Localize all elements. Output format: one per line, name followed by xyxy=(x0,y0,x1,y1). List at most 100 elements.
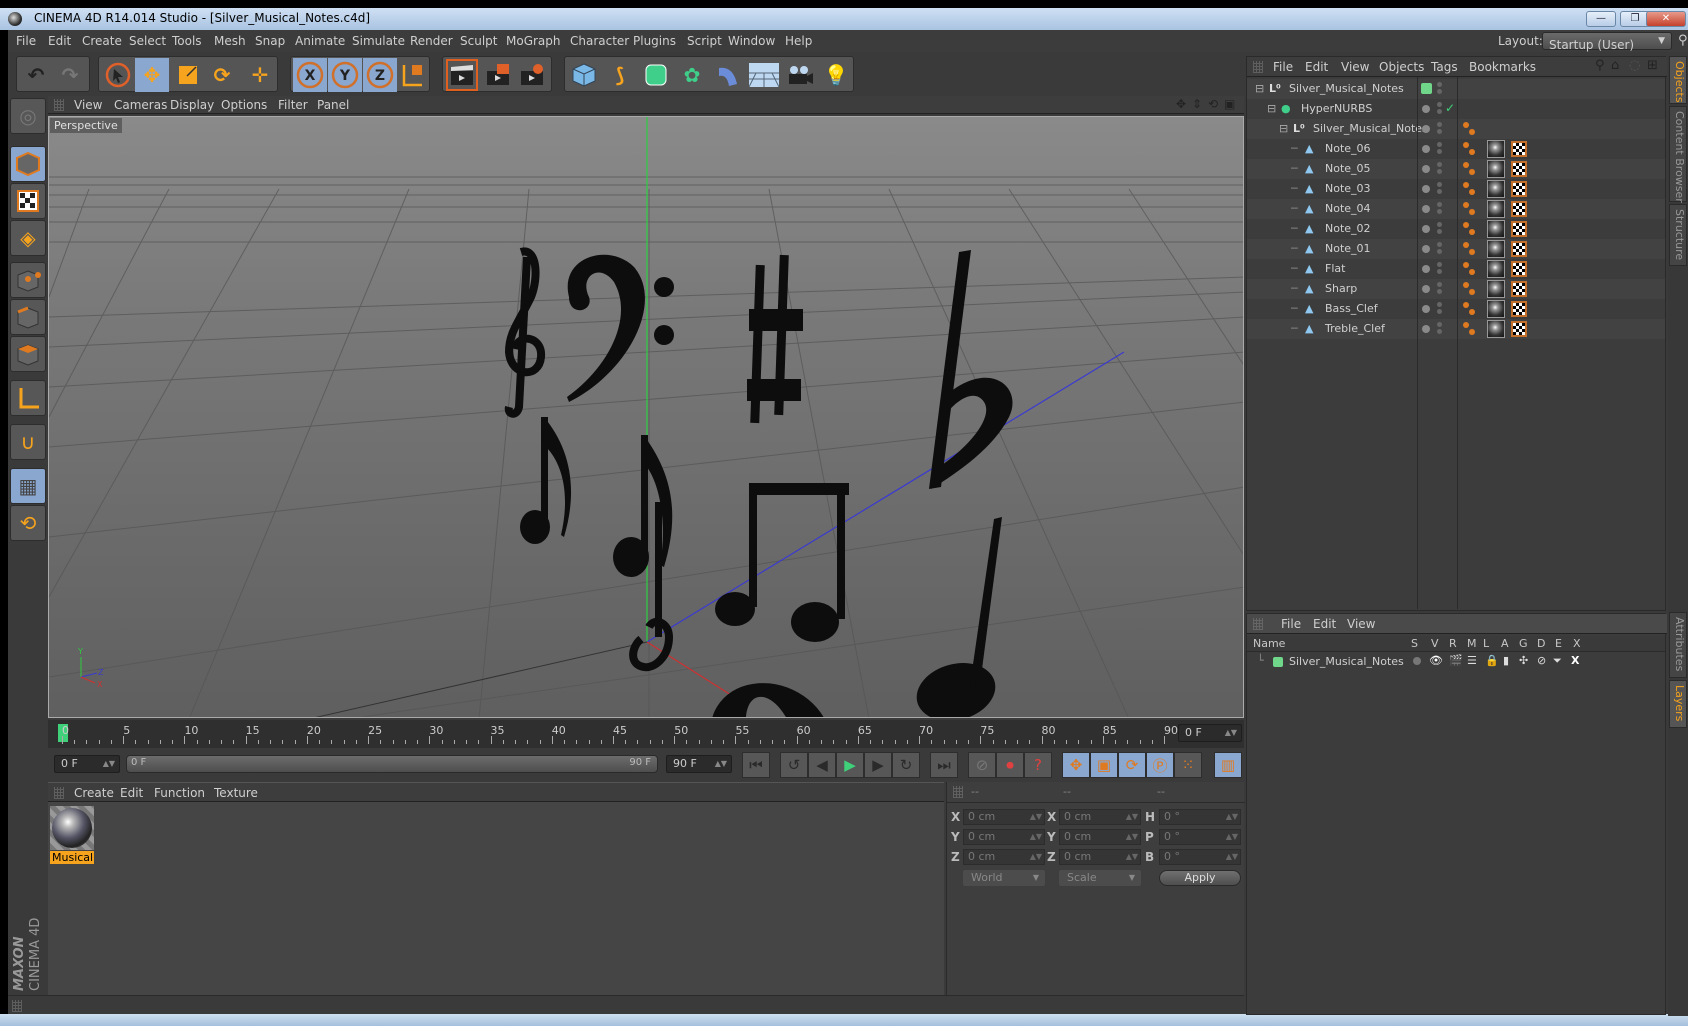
subdivision-surface-icon[interactable] xyxy=(639,58,673,92)
uvw-tag-icon[interactable] xyxy=(1511,161,1527,177)
move-icon[interactable]: ✥ xyxy=(135,58,169,92)
uvw-tag-icon[interactable] xyxy=(1511,201,1527,217)
render-visibility-dots[interactable] xyxy=(1437,81,1442,95)
material-tag-icon[interactable] xyxy=(1487,140,1505,158)
editor-visibility-dot[interactable] xyxy=(1422,265,1430,273)
object-row[interactable]: ─ ▲ Note_01 xyxy=(1247,239,1665,259)
material-tag-icon[interactable] xyxy=(1487,300,1505,318)
current-frame-field[interactable]: 0 F ▲▼ xyxy=(1178,724,1242,742)
spinner-icon[interactable]: ▲▼ xyxy=(1225,725,1237,741)
edges-mode-icon[interactable] xyxy=(10,299,46,335)
layer-row[interactable]: └ Silver_Musical_Notes 👁 🎬 ☰ 🔒 ▮ ✣ ⊘ ⏷ X xyxy=(1247,653,1665,671)
y-axis-icon[interactable]: Y xyxy=(328,58,362,92)
eye-icon[interactable]: ◌ xyxy=(1629,58,1640,73)
phong-tag-icon[interactable] xyxy=(1463,121,1477,137)
objects-menu-tags[interactable]: Tags xyxy=(1431,60,1458,74)
object-name[interactable]: Note_01 xyxy=(1325,242,1371,255)
render-visibility-dots[interactable] xyxy=(1437,121,1442,135)
home-icon[interactable]: ⌂ xyxy=(1611,58,1619,73)
phong-tag-icon[interactable] xyxy=(1463,201,1477,217)
layer-column-d[interactable]: D xyxy=(1537,637,1545,650)
object-row[interactable]: ─ ▲ Note_05 xyxy=(1247,159,1665,179)
layer-column-x[interactable]: X xyxy=(1573,637,1581,650)
object-row[interactable]: ─ ▲ Note_03 xyxy=(1247,179,1665,199)
viewport-menu-filter[interactable]: Filter xyxy=(278,98,308,112)
menu-mograph[interactable]: MoGraph xyxy=(506,34,561,48)
editor-visibility-dot[interactable] xyxy=(1422,145,1430,153)
key-rotation-icon[interactable]: ⟳ xyxy=(1118,752,1146,778)
menu-snap[interactable]: Snap xyxy=(255,34,285,48)
layers-menu-view[interactable]: View xyxy=(1347,617,1375,631)
editor-visibility-dot[interactable] xyxy=(1422,125,1430,133)
texture-mode-icon[interactable] xyxy=(10,183,46,219)
points-mode-icon[interactable] xyxy=(10,262,46,298)
layer-column-r[interactable]: R xyxy=(1449,637,1457,650)
material-tag-icon[interactable] xyxy=(1487,260,1505,278)
editor-visibility-dot[interactable] xyxy=(1422,325,1430,333)
key-parameter-icon[interactable]: Ⓟ xyxy=(1146,752,1174,778)
start-frame-field[interactable]: 0 F ▲▼ xyxy=(54,755,120,773)
render-visibility-dots[interactable] xyxy=(1437,161,1442,175)
editor-visibility-dot[interactable] xyxy=(1422,105,1430,113)
render-visibility-dots[interactable] xyxy=(1437,261,1442,275)
object-name[interactable]: Silver_Musical_Notes xyxy=(1289,82,1404,95)
spinner-icon[interactable]: ▲▼ xyxy=(103,756,115,772)
maximize-view-icon[interactable]: ▣ xyxy=(1224,97,1235,111)
next-frame-icon[interactable]: ▶ xyxy=(864,752,892,778)
keyframe-selection-icon[interactable]: ? xyxy=(1024,752,1052,778)
menu-tools[interactable]: Tools xyxy=(172,34,202,48)
phong-tag-icon[interactable] xyxy=(1463,261,1477,277)
scale-icon[interactable] xyxy=(171,58,205,92)
rot-b-field[interactable]: 0 ° ▲▼ xyxy=(1159,849,1241,865)
viewport-menu-display[interactable]: Display xyxy=(170,98,214,112)
menu-create[interactable]: Create xyxy=(82,34,122,48)
visible-editor-icon[interactable]: 👁 xyxy=(1429,654,1443,667)
go-to-end-icon[interactable]: ⏭ xyxy=(930,752,958,778)
menu-help[interactable]: Help xyxy=(785,34,812,48)
object-row[interactable]: ─ ▲ Flat xyxy=(1247,259,1665,279)
pan-icon[interactable]: ✥ xyxy=(1176,97,1186,111)
solo-toggle[interactable] xyxy=(1413,657,1421,665)
key-scale-icon[interactable]: ▣ xyxy=(1090,752,1118,778)
enabled-check-icon[interactable]: ✓ xyxy=(1445,101,1455,115)
new-view-icon[interactable]: ⊞ xyxy=(1647,58,1658,73)
uvw-tag-icon[interactable] xyxy=(1511,281,1527,297)
light-icon[interactable]: 💡 xyxy=(819,58,853,92)
uvw-tag-icon[interactable] xyxy=(1511,221,1527,237)
preview-range-slider[interactable]: 0 F 90 F xyxy=(126,755,658,773)
workplane-lock-icon[interactable]: ▦ xyxy=(10,468,46,504)
menu-character[interactable]: Character xyxy=(570,34,629,48)
panel-grip[interactable] xyxy=(54,787,64,799)
generators-icon[interactable]: ✣ xyxy=(1519,654,1528,667)
collapse-icon[interactable]: ⊟ xyxy=(1279,122,1288,135)
object-name[interactable]: Treble_Clef xyxy=(1325,322,1385,335)
pos-y-field[interactable]: 0 cm ▲▼ xyxy=(963,829,1045,845)
uvw-tag-icon[interactable] xyxy=(1511,141,1527,157)
rotate-icon[interactable]: ⟳ xyxy=(205,58,239,92)
layer-column-l[interactable]: L xyxy=(1483,637,1489,650)
material-tag-icon[interactable] xyxy=(1487,160,1505,178)
render-visibility-dots[interactable] xyxy=(1437,221,1442,235)
object-row[interactable]: ─ ▲ Note_04 xyxy=(1247,199,1665,219)
render-view-icon[interactable] xyxy=(445,58,479,92)
editor-visibility-dot[interactable] xyxy=(1422,225,1430,233)
object-name[interactable]: Note_04 xyxy=(1325,202,1371,215)
tab-layers[interactable]: Layers xyxy=(1669,680,1687,728)
panel-grip[interactable] xyxy=(1253,618,1263,630)
render-visibility-dots[interactable] xyxy=(1437,281,1442,295)
pos-z-field[interactable]: 0 cm ▲▼ xyxy=(963,849,1045,865)
axis-mode-icon[interactable] xyxy=(10,380,46,416)
objects-menu-objects[interactable]: Objects xyxy=(1379,60,1424,74)
object-row[interactable]: ─ ▲ Note_02 xyxy=(1247,219,1665,239)
object-name[interactable]: HyperNURBS xyxy=(1301,102,1372,115)
editor-visibility-dot[interactable] xyxy=(1422,165,1430,173)
render-visibility-dots[interactable] xyxy=(1437,241,1442,255)
scheme-icon[interactable]: ▥ xyxy=(1214,752,1242,778)
phong-tag-icon[interactable] xyxy=(1463,241,1477,257)
workplane-mode-icon[interactable]: ◈ xyxy=(10,220,46,256)
menu-simulate[interactable]: Simulate xyxy=(352,34,405,48)
make-editable-icon[interactable]: ◎ xyxy=(10,98,46,134)
editor-visibility-dot[interactable] xyxy=(1422,185,1430,193)
end-frame-field[interactable]: 90 F ▲▼ xyxy=(666,755,732,773)
live-select-icon[interactable] xyxy=(101,58,135,92)
